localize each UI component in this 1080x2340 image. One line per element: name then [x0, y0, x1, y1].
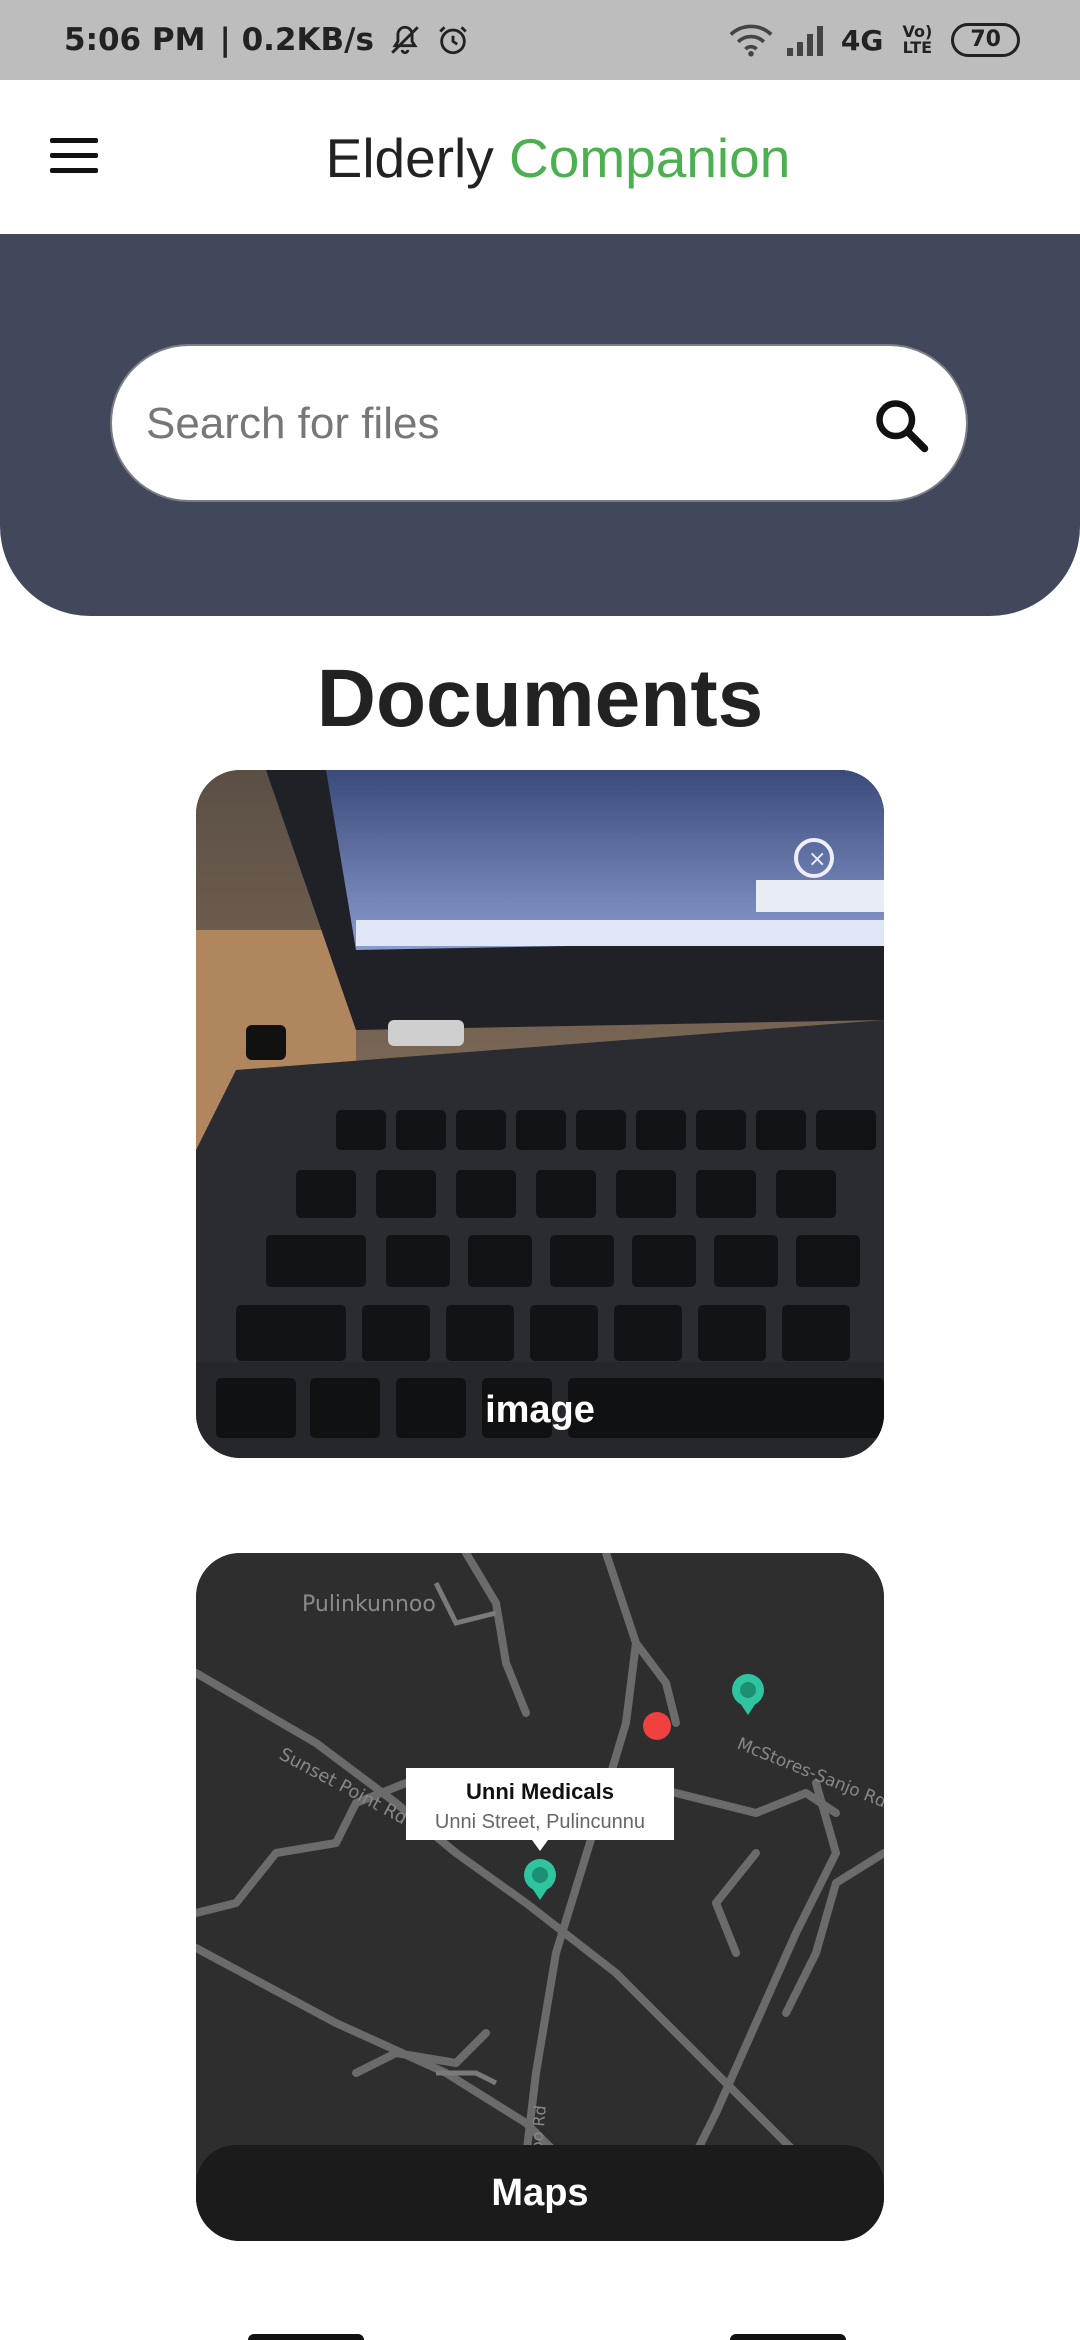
search-input[interactable] [144, 346, 868, 502]
volte-indicator: Vo) LTE [902, 22, 933, 57]
next-card-peek [730, 2334, 846, 2340]
network-type: 4G [840, 23, 884, 57]
app-title-accent: Companion [509, 127, 791, 189]
card-label-image: image [196, 1362, 884, 1458]
map-place-label: Pulinkunnoo [302, 1592, 436, 1617]
status-time: 5:06 PM [64, 22, 206, 58]
map-thumbnail: Pulinkunnoo Sunset Point Rd McStores-San… [196, 1553, 884, 2241]
document-card-image[interactable]: × image [196, 770, 884, 1458]
app-bar: Elderly Companion [0, 80, 1080, 234]
signal-icon [786, 26, 823, 56]
search-bar [110, 344, 968, 502]
alarm-icon [439, 26, 467, 55]
current-location-dot [643, 1712, 671, 1740]
status-bar-left: 5:06 PM | 0.2KB/s [64, 0, 470, 80]
document-card-maps[interactable]: Pulinkunnoo Sunset Point Rd McStores-San… [196, 1553, 884, 2241]
map-marker-address: Unni Street, Pulincunnu [435, 1811, 645, 1833]
mute-bell-icon [391, 25, 419, 55]
card-label-maps: Maps [196, 2145, 884, 2241]
app-title: Elderly Companion [0, 126, 1080, 190]
status-net-speed: | 0.2KB/s [219, 22, 374, 58]
search-hero [0, 234, 1080, 616]
status-bar: 5:06 PM | 0.2KB/s 4G Vo) LTE 70 [0, 0, 1080, 80]
battery-indicator: 70 [951, 23, 1020, 57]
next-card-peek [248, 2334, 364, 2340]
app-title-main: Elderly [325, 127, 510, 189]
map-marker-title: Unni Medicals [466, 1779, 614, 1804]
laptop-photo-thumbnail: × [196, 770, 884, 1458]
search-icon[interactable] [872, 396, 932, 456]
svg-text:×: × [808, 847, 826, 872]
status-bar-right: 4G Vo) LTE 70 [729, 0, 1020, 80]
wifi-icon [729, 24, 773, 57]
documents-title: Documents [316, 653, 764, 744]
